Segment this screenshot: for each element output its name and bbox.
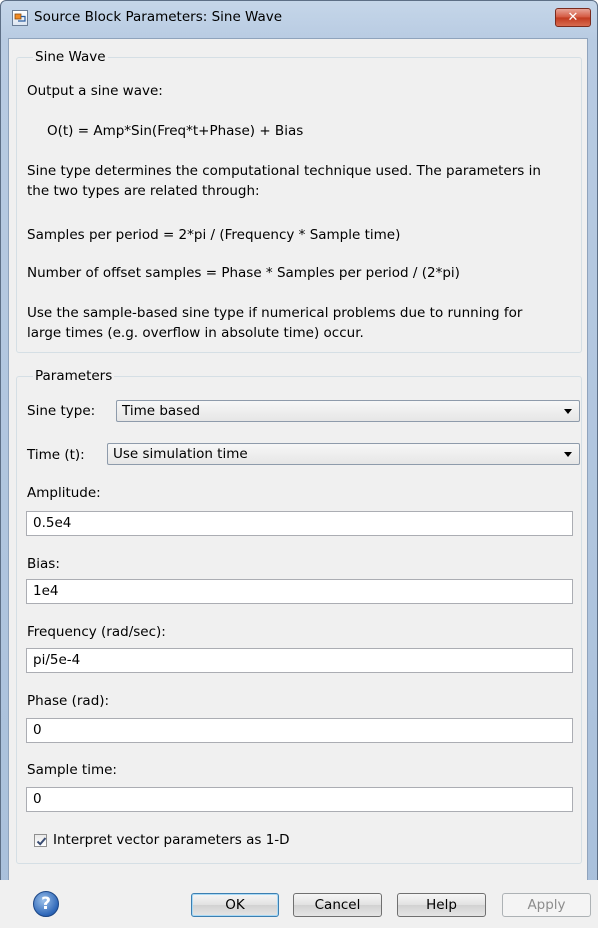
description-line: Sine type determines the computational t… <box>27 163 541 179</box>
chevron-down-icon <box>564 452 572 457</box>
ok-button[interactable]: OK <box>191 893 279 917</box>
ok-label: OK <box>225 897 245 913</box>
equation-line: O(t) = Amp*Sin(Freq*t+Phase) + Bias <box>47 123 304 139</box>
description-group-title: Sine Wave <box>33 49 108 65</box>
parameters-group-title: Parameters <box>33 368 115 384</box>
amplitude-label: Amplitude: <box>27 485 101 501</box>
phase-label: Phase (rad): <box>27 693 110 709</box>
interpret-vector-checkbox[interactable] <box>34 833 47 847</box>
title-bar[interactable]: Source Block Parameters: Sine Wave ✕ <box>1 1 597 31</box>
simulink-block-icon <box>12 10 28 26</box>
chevron-down-icon <box>564 409 572 414</box>
sine-type-value: Time based <box>122 403 201 419</box>
sample-time-field[interactable]: 0 <box>26 787 573 812</box>
sine-type-dropdown[interactable]: Time based <box>116 400 580 422</box>
help-icon[interactable]: ? <box>33 891 59 917</box>
description-line: Number of offset samples = Phase * Sampl… <box>27 265 460 281</box>
description-line: Use the sample-based sine type if numeri… <box>27 305 523 321</box>
help-label: Help <box>426 897 457 913</box>
phase-value: 0 <box>33 722 42 738</box>
time-dropdown[interactable]: Use simulation time <box>107 443 580 465</box>
apply-button[interactable]: Apply <box>502 893 591 917</box>
help-glyph: ? <box>41 894 51 914</box>
frequency-field[interactable]: pi/5e-4 <box>26 648 573 673</box>
apply-label: Apply <box>527 897 566 913</box>
close-button[interactable]: ✕ <box>555 8 591 27</box>
time-value: Use simulation time <box>113 446 248 462</box>
sample-time-value: 0 <box>33 791 42 807</box>
amplitude-field[interactable]: 0.5e4 <box>26 511 573 536</box>
description-line: Samples per period = 2*pi / (Frequency *… <box>27 227 401 243</box>
frequency-label: Frequency (rad/sec): <box>27 624 166 640</box>
phase-field[interactable]: 0 <box>26 718 573 743</box>
cancel-button[interactable]: Cancel <box>293 893 382 917</box>
interpret-vector-label: Interpret vector parameters as 1-D <box>53 832 290 848</box>
frequency-value: pi/5e-4 <box>33 652 81 668</box>
sine-type-label: Sine type: <box>27 403 96 419</box>
help-button[interactable]: Help <box>397 893 486 917</box>
bias-field[interactable]: 1e4 <box>26 579 573 604</box>
sample-time-label: Sample time: <box>27 762 117 778</box>
window-title: Source Block Parameters: Sine Wave <box>34 9 283 25</box>
time-label: Time (t): <box>27 447 85 463</box>
bias-value: 1e4 <box>33 583 59 599</box>
bias-label: Bias: <box>27 556 60 572</box>
description-line: the two types are related through: <box>27 183 260 199</box>
amplitude-value: 0.5e4 <box>33 515 72 531</box>
checkmark-icon <box>36 836 47 846</box>
description-line: large times (e.g. overflow in absolute t… <box>27 325 364 341</box>
close-icon: ✕ <box>567 10 579 25</box>
cancel-label: Cancel <box>314 897 361 913</box>
interpret-vector-row[interactable]: Interpret vector parameters as 1-D <box>34 832 290 848</box>
description-line: Output a sine wave: <box>27 83 163 99</box>
